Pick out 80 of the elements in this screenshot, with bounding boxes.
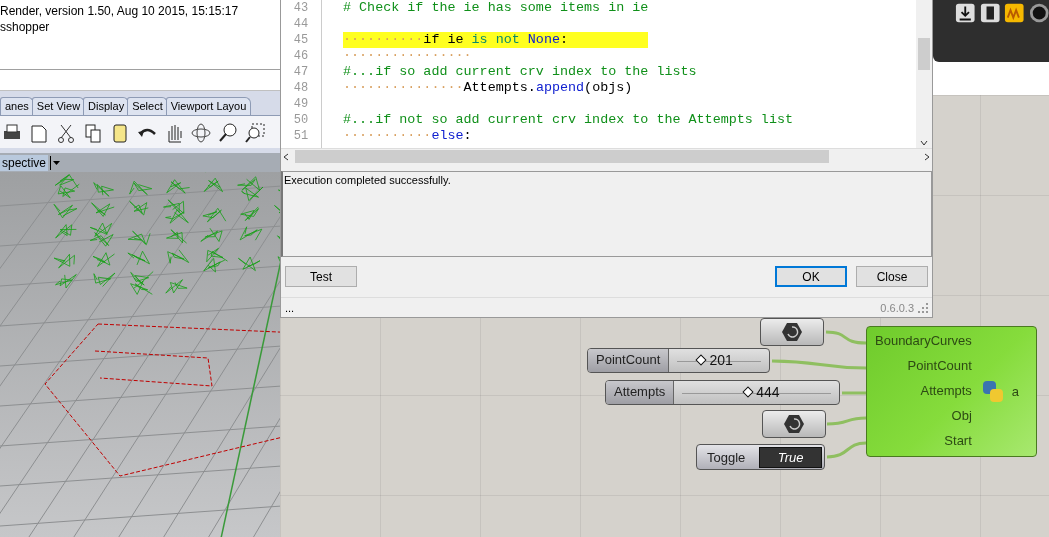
viewport-title[interactable]: spective <box>0 154 49 171</box>
dialog-button[interactable]: Close <box>856 266 928 287</box>
scrollbar-thumb[interactable] <box>918 38 930 70</box>
line-number: 44 <box>292 16 310 32</box>
input-label: PointCount <box>907 357 972 375</box>
slider-label: Attempts <box>606 381 675 404</box>
horizontal-scrollbar[interactable] <box>281 148 932 164</box>
code-text: if ie is not None: <box>423 32 569 48</box>
parameter-node[interactable] <box>760 318 824 346</box>
input-label: Obj <box>951 407 972 425</box>
input-label: BoundaryCurves <box>875 332 972 350</box>
toolbar-tab[interactable]: anes <box>0 97 34 115</box>
whitespace-marker: ··········· <box>343 128 432 144</box>
slider-value: 444 <box>756 384 780 400</box>
document-icon[interactable] <box>28 122 50 144</box>
toggle-value[interactable]: True <box>759 446 822 468</box>
slider-value: 201 <box>709 352 733 368</box>
download-icon[interactable] <box>955 2 976 24</box>
line-number: 47 <box>292 64 310 80</box>
line-number: 43 <box>292 0 310 16</box>
slider-label: PointCount <box>588 349 670 372</box>
command-field[interactable] <box>0 70 282 91</box>
chevron-right-icon[interactable] <box>922 151 932 162</box>
resize-grip-icon[interactable] <box>918 302 928 313</box>
number-slider[interactable]: PointCount 201 <box>587 348 770 373</box>
toolbar-tab[interactable]: Set View <box>31 97 86 115</box>
scrollbar-thumb[interactable] <box>295 150 829 163</box>
hexagon-icon <box>781 321 803 343</box>
wire <box>842 391 866 395</box>
script-component[interactable]: BoundaryCurves PointCount Attempts Obj Start a <box>866 326 1037 457</box>
dialog-button[interactable]: Test <box>285 266 357 287</box>
line-number: 48 <box>292 80 310 96</box>
code-text: #...if so add current crv index to the lists <box>343 64 697 80</box>
scissors-icon[interactable] <box>55 122 77 144</box>
vertical-scrollbar[interactable] <box>916 0 932 148</box>
parameter-node[interactable] <box>762 410 826 438</box>
output-label: a <box>1011 384 1020 399</box>
switch-icon[interactable] <box>979 2 1000 24</box>
toolbar-tab[interactable]: Select <box>127 97 168 115</box>
toolbar-tab[interactable]: Display <box>83 97 130 115</box>
line-number: 51 <box>292 128 310 144</box>
line-number: 45 <box>292 32 310 48</box>
rotate-icon[interactable] <box>190 122 212 144</box>
code-text: Attempts.append(objs) <box>463 80 633 96</box>
wire <box>826 441 867 459</box>
chevron-left-icon[interactable] <box>281 151 291 162</box>
whitespace-marker: ·········· <box>343 32 424 48</box>
number-slider[interactable]: Attempts 444 <box>605 380 840 405</box>
line-number: 46 <box>292 48 310 64</box>
wire <box>826 416 867 426</box>
status-text: ... <box>285 301 295 314</box>
code-text: # Check if the ie has some items in ie <box>343 0 649 16</box>
copy-icon[interactable] <box>82 122 104 144</box>
wire <box>825 330 867 345</box>
dialog-button[interactable]: OK <box>775 266 847 287</box>
whitespace-marker: ················ <box>343 48 472 64</box>
output-message: Execution completed successfully. <box>281 171 932 257</box>
toggle-label: Toggle <box>706 449 747 465</box>
version-label: 0.6.0.3 <box>880 301 915 314</box>
toolbar-tab[interactable]: Viewport Layou <box>165 97 252 115</box>
zoom-window-icon[interactable] <box>244 122 266 144</box>
history-line: sshopper <box>0 19 51 35</box>
line-number: 49 <box>292 96 310 112</box>
code-text: #...if not so add current crv index to the Attempts list <box>343 112 793 128</box>
whitespace-marker: ··············· <box>343 80 464 96</box>
circle-icon[interactable] <box>1028 2 1049 24</box>
input-label: Attempts <box>920 382 972 400</box>
code-text: else: <box>431 128 472 144</box>
history-line: Render, version 1.50, Aug 10 2015, 15:15:17 <box>0 3 240 19</box>
slider-grip[interactable] <box>742 386 754 398</box>
zoom-icon[interactable] <box>217 122 239 144</box>
caret-icon[interactable] <box>50 155 62 170</box>
squiggle-icon[interactable] <box>1004 2 1025 24</box>
boolean-toggle[interactable]: Toggle True <box>696 444 825 470</box>
slider-track[interactable]: 201 <box>677 349 761 372</box>
input-label: Start <box>944 432 972 450</box>
line-number: 50 <box>292 112 310 128</box>
chevron-down-icon[interactable] <box>919 138 929 148</box>
slider-track[interactable]: 444 <box>682 381 831 404</box>
hexagon-icon <box>783 413 805 435</box>
